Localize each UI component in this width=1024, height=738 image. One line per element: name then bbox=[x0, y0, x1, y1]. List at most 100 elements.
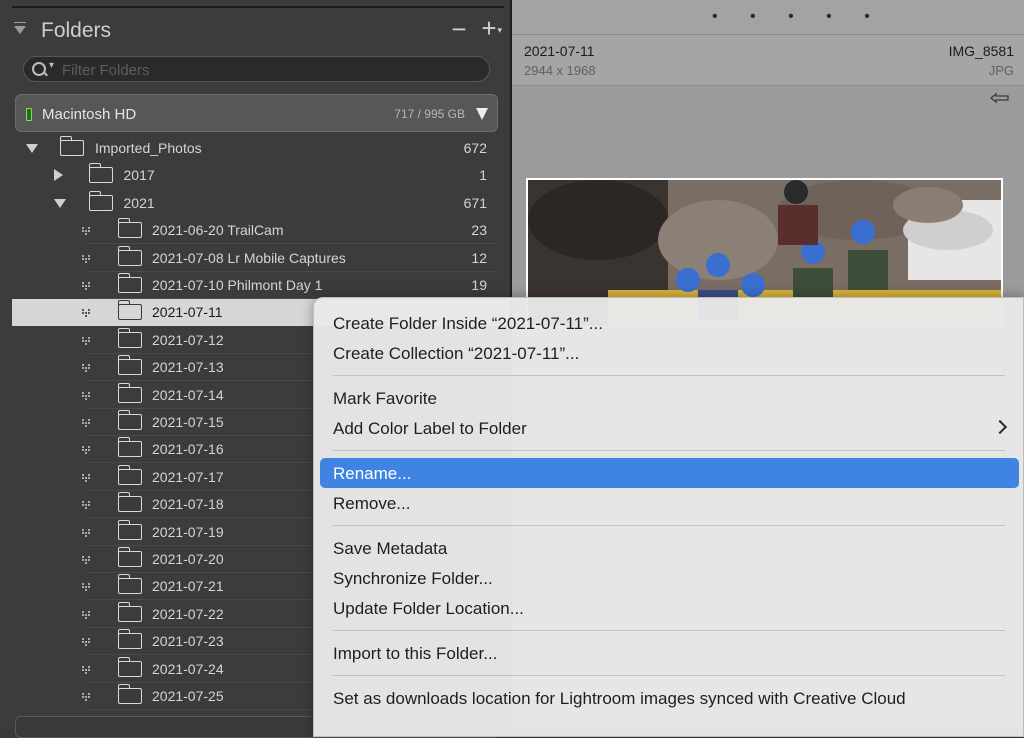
folder-name: 2021-07-20 bbox=[152, 551, 224, 567]
folder-row[interactable]: Imported_Photos 672 bbox=[0, 135, 510, 162]
volume-header[interactable]: Macintosh HD 717 / 995 GB bbox=[15, 94, 498, 132]
image-dimensions: 2944 x 1968 bbox=[524, 63, 596, 78]
collapse-triangle-icon[interactable] bbox=[14, 22, 26, 34]
chevron-down-icon[interactable]: ▾ bbox=[49, 60, 54, 71]
folder-count: 19 bbox=[471, 277, 487, 293]
menu-item[interactable]: Create Collection “2021-07-11”... bbox=[314, 338, 1024, 368]
menu-item[interactable]: Remove... bbox=[314, 488, 1024, 518]
menu-item-label: Mark Favorite bbox=[333, 389, 437, 408]
folder-count: 1 bbox=[479, 167, 487, 184]
folder-icon bbox=[117, 629, 142, 650]
no-subfolder-icon bbox=[82, 638, 92, 647]
folder-name: 2021-07-11 bbox=[152, 304, 223, 321]
menu-item-label: Set as downloads location for Lightroom … bbox=[333, 689, 906, 708]
filmstrip-handle[interactable]: • • • • • bbox=[512, 0, 1024, 35]
folder-name: 2021-07-17 bbox=[152, 468, 224, 485]
disclosure-open-icon[interactable] bbox=[54, 198, 66, 208]
drag-dots: • • • • • bbox=[712, 8, 884, 25]
folders-panel-header[interactable]: Folders − + ▾ bbox=[0, 14, 510, 50]
menu-item[interactable]: Mark Favorite bbox=[314, 383, 1024, 413]
folder-name: 2021-07-25 bbox=[152, 688, 224, 704]
menu-separator bbox=[333, 675, 1005, 676]
menu-item[interactable]: Import to this Folder... bbox=[314, 638, 1024, 668]
no-subfolder-icon bbox=[82, 254, 92, 263]
folder-name: 2021-07-23 bbox=[152, 633, 224, 650]
panel-title: Folders bbox=[41, 19, 112, 42]
menu-item[interactable]: Create Folder Inside “2021-07-11”... bbox=[314, 308, 1024, 338]
volume-disclosure-icon[interactable] bbox=[476, 108, 488, 120]
context-menu: Create Folder Inside “2021-07-11”... Crea… bbox=[313, 297, 1024, 737]
folder-name: 2021-07-16 bbox=[152, 441, 224, 458]
folder-row[interactable]: 2021-06-20 TrailCam 23 bbox=[0, 217, 510, 245]
folder-icon bbox=[117, 327, 142, 348]
folder-name: 2021-07-15 bbox=[152, 414, 224, 430]
menu-item[interactable]: Rename... bbox=[320, 458, 1019, 488]
menu-item-label: Add Color Label to Folder bbox=[333, 419, 527, 438]
folder-icon bbox=[117, 410, 142, 430]
no-subfolder-icon bbox=[82, 446, 92, 455]
folder-icon bbox=[88, 190, 113, 211]
folder-name: 2021-07-12 bbox=[152, 331, 224, 348]
menu-item-label: Create Collection “2021-07-11”... bbox=[333, 344, 580, 363]
folder-icon bbox=[117, 300, 142, 321]
no-subfolder-icon bbox=[82, 309, 92, 318]
folder-icon bbox=[88, 163, 113, 184]
no-subfolder-icon bbox=[82, 473, 92, 482]
menu-item-label: Update Folder Location... bbox=[333, 599, 524, 618]
image-filename: IMG_8581 bbox=[948, 43, 1014, 59]
no-subfolder-icon bbox=[82, 364, 92, 373]
folder-count: 672 bbox=[463, 140, 487, 156]
menu-item-label: Remove... bbox=[333, 494, 411, 513]
folder-row[interactable]: 2021-07-08 Lr Mobile Captures 12 bbox=[0, 245, 510, 272]
remove-folder-button[interactable]: − bbox=[449, 16, 469, 42]
folder-name: 2021-07-22 bbox=[152, 605, 224, 622]
folder-icon bbox=[117, 547, 142, 567]
panel-top-divider bbox=[12, 6, 504, 8]
folder-icon bbox=[117, 574, 142, 595]
folder-icon bbox=[59, 136, 84, 156]
menu-item[interactable]: Add Color Label to Folder bbox=[314, 413, 1024, 443]
folder-name: 2021-07-19 bbox=[152, 523, 224, 540]
image-filetype: JPG bbox=[988, 63, 1014, 78]
folder-row[interactable]: 2021 671 bbox=[0, 190, 510, 217]
menu-item[interactable]: Set as downloads location for Lightroom … bbox=[314, 683, 1024, 713]
folder-name: 2021-07-10 Philmont Day 1 bbox=[152, 277, 323, 293]
image-info-bar: 2021-07-11 2944 x 1968 IMG_8581 JPG bbox=[512, 35, 1024, 86]
menu-item[interactable]: Synchronize Folder... bbox=[314, 563, 1024, 593]
menu-separator bbox=[333, 630, 1005, 631]
folder-icon bbox=[117, 437, 142, 458]
disclosure-closed-icon[interactable] bbox=[54, 169, 63, 182]
menu-item-label: Save Metadata bbox=[333, 539, 448, 558]
folder-icon bbox=[117, 519, 142, 540]
folder-row[interactable]: 2017 1 bbox=[0, 162, 510, 189]
folder-icon bbox=[117, 382, 142, 403]
menu-item[interactable]: Update Folder Location... bbox=[314, 593, 1024, 623]
folder-row[interactable]: 2021-07-10 Philmont Day 1 19 bbox=[0, 272, 510, 299]
no-subfolder-icon bbox=[82, 227, 92, 236]
folder-name: 2021-07-24 bbox=[152, 660, 224, 677]
volume-space: 717 / 995 GB bbox=[394, 107, 465, 121]
folder-name: 2021-07-14 bbox=[152, 386, 224, 403]
filter-folders-input[interactable] bbox=[60, 59, 474, 81]
folder-name: 2021-07-18 bbox=[152, 496, 224, 513]
folder-icon bbox=[117, 684, 142, 704]
add-folder-button[interactable]: + ▾ bbox=[478, 13, 502, 43]
no-subfolder-icon bbox=[82, 336, 92, 345]
folder-icon bbox=[117, 273, 142, 293]
folder-count: 671 bbox=[463, 194, 487, 211]
menu-separator bbox=[333, 375, 1005, 376]
menu-item[interactable]: Save Metadata bbox=[314, 533, 1024, 563]
pin-icon[interactable] bbox=[990, 92, 1010, 104]
no-subfolder-icon bbox=[82, 583, 92, 592]
no-subfolder-icon bbox=[82, 665, 92, 674]
folder-icon bbox=[117, 464, 142, 485]
menu-item-label: Import to this Folder... bbox=[333, 644, 498, 663]
plus-icon: + bbox=[481, 13, 497, 43]
search-icon bbox=[32, 62, 46, 76]
folder-name: Imported_Photos bbox=[95, 140, 202, 156]
disclosure-open-icon[interactable] bbox=[26, 144, 38, 153]
folder-icon bbox=[117, 245, 142, 266]
folder-count: 12 bbox=[471, 249, 487, 266]
filter-folders-search[interactable]: ▾ bbox=[23, 56, 490, 82]
image-date: 2021-07-11 bbox=[524, 43, 595, 59]
